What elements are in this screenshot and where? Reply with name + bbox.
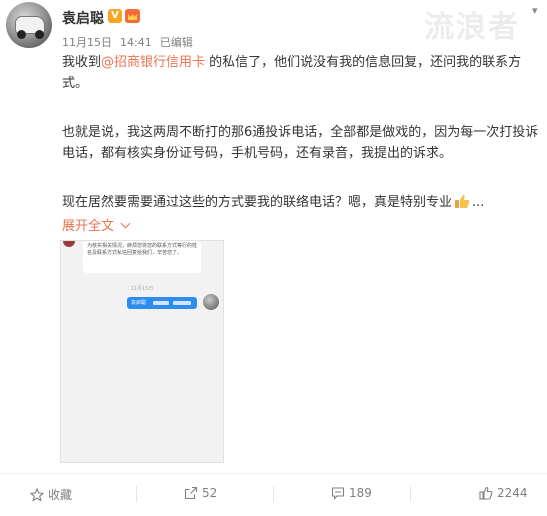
avatar[interactable]: [6, 2, 52, 48]
post-image-thumbnail[interactable]: 为核实相关情况，麻烦您将您的联系方式等行的姓名及联系方式私信回复给我们，辛苦您了…: [60, 240, 224, 463]
post-meta: 11月15日 14:41 已编辑: [62, 34, 201, 50]
action-separator: [273, 486, 274, 502]
comment-button[interactable]: 189: [331, 486, 372, 500]
favorite-button[interactable]: 收藏: [29, 486, 73, 503]
verified-badge: V: [108, 9, 122, 23]
post-text: 我收到: [62, 55, 102, 70]
comment-icon: [331, 487, 345, 500]
my-avatar: [203, 294, 219, 310]
redacted-text-bar: [173, 301, 191, 305]
action-separator: [410, 486, 411, 502]
post-text: 现在居然要需要通过这些的方式要我的联络电话？嗯，真是特别专业: [62, 195, 453, 210]
expand-full-text-link[interactable]: 展开全文: [62, 215, 131, 234]
action-bar: 收藏 52 189 2244: [0, 474, 547, 514]
repost-count: 52: [202, 486, 218, 500]
expand-label: 展开全文: [62, 219, 115, 234]
outgoing-message-bubble: 袁启聪: [127, 297, 197, 309]
chevron-down-icon[interactable]: ▾: [532, 4, 538, 17]
wheel-shape: [17, 30, 26, 39]
star-icon: [29, 487, 45, 502]
author-name[interactable]: 袁启聪: [62, 8, 104, 28]
repost-button[interactable]: 52: [184, 486, 217, 500]
outgoing-name: 袁启聪: [131, 300, 147, 306]
post-paragraph-2: 也就是说，我这两周不断打的那6通投诉电话，全部都是做戏的，因为每一次打投诉电话，…: [62, 125, 539, 161]
member-crown-icon: [125, 9, 140, 23]
action-separator: [136, 486, 137, 502]
post-date[interactable]: 11月15日: [62, 36, 112, 49]
share-icon: [184, 486, 198, 500]
favorite-label: 收藏: [48, 488, 73, 502]
post-paragraph-1: 我收到@招商银行信用卡 的私信了，他们说没有我的信息回复，还问我的联系方式。: [62, 52, 542, 94]
like-button[interactable]: 2244: [479, 486, 528, 500]
sender-avatar: [63, 241, 75, 247]
edited-label[interactable]: 已编辑: [160, 36, 193, 49]
chat-timestamp: 11月15日: [130, 286, 154, 292]
redacted-text-bar: [153, 301, 169, 305]
watermark-text: 流浪者: [424, 10, 520, 45]
ellipsis: ...: [472, 195, 485, 210]
comment-count: 189: [349, 486, 372, 500]
chevron-down-icon: [120, 218, 131, 229]
thumbs-up-emoji-icon: [455, 194, 470, 208]
thumbs-up-icon: [479, 486, 493, 500]
wheel-shape: [35, 30, 44, 39]
incoming-message-bubble: 为核实相关情况，麻烦您将您的联系方式等行的姓名及联系方式私信回复给我们，辛苦您了…: [83, 241, 201, 273]
post-paragraph-3: 现在居然要需要通过这些的方式要我的联络电话？嗯，真是特别专业...: [62, 192, 542, 213]
like-count: 2244: [497, 486, 528, 500]
post-time[interactable]: 14:41: [120, 36, 152, 49]
mention-link[interactable]: @招商银行信用卡: [101, 55, 205, 70]
